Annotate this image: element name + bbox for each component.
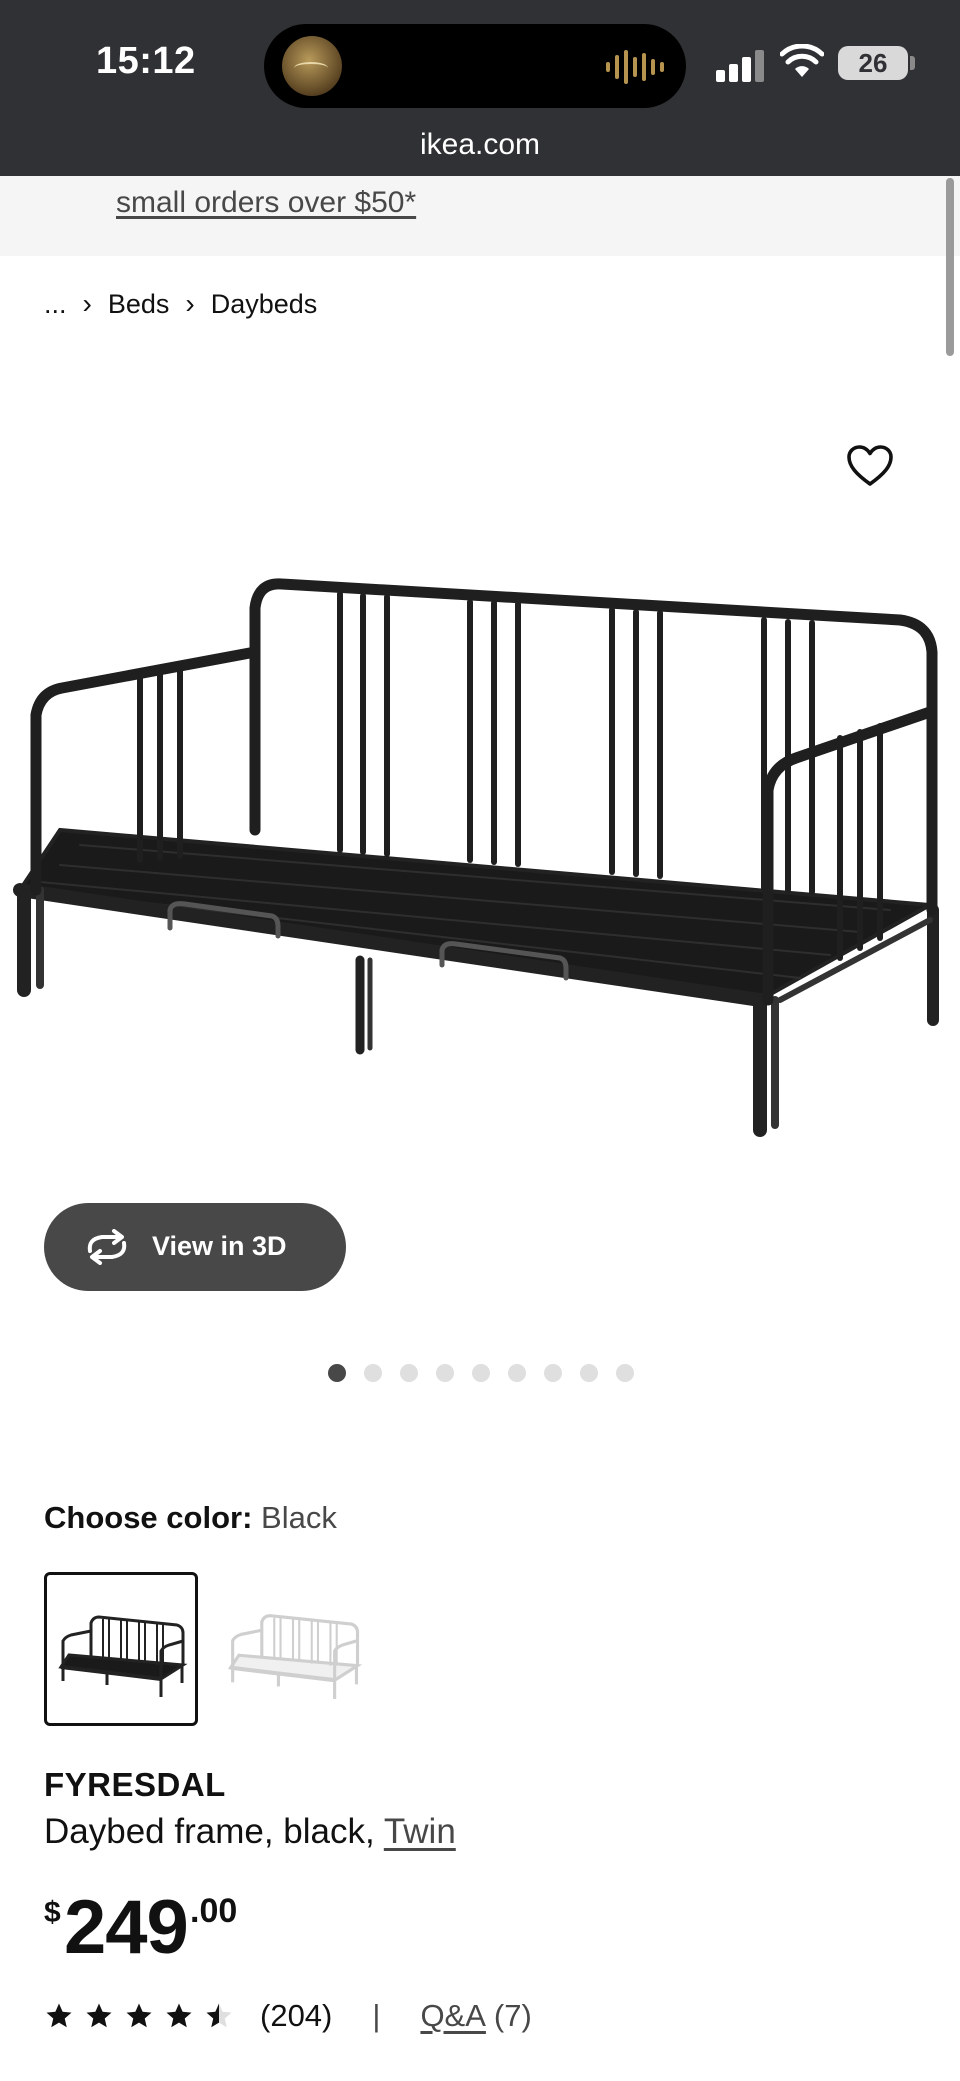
carousel-dot[interactable]: [544, 1364, 562, 1382]
wifi-icon: [780, 44, 824, 77]
status-bar: 15:12 26: [0, 0, 960, 120]
carousel-dot[interactable]: [472, 1364, 490, 1382]
audio-waveform-icon: [606, 50, 664, 84]
price-decimal: .00: [190, 1892, 238, 1930]
star-half-icon: [206, 2003, 232, 2028]
product-description: Daybed frame, black, Twin: [44, 1812, 456, 1852]
now-playing-art: [282, 36, 342, 96]
price-currency: $: [44, 1896, 61, 1929]
dynamic-island[interactable]: [264, 24, 686, 108]
breadcrumb-item-daybeds[interactable]: Daybeds: [211, 289, 318, 320]
carousel-dot[interactable]: [508, 1364, 526, 1382]
carousel-dot[interactable]: [400, 1364, 418, 1382]
white-daybed-thumbnail: [227, 1614, 363, 1699]
rotate-3d-icon: [87, 1229, 127, 1265]
promo-banner[interactable]: small orders over $50*: [0, 176, 960, 256]
battery-nub: [910, 56, 915, 70]
size-link[interactable]: Twin: [384, 1812, 456, 1851]
black-daybed-thumbnail: [58, 1615, 188, 1697]
carousel-dot[interactable]: [364, 1364, 382, 1382]
carousel-dot[interactable]: [436, 1364, 454, 1382]
price-integer: 249: [64, 1885, 189, 1970]
promo-link[interactable]: small orders over $50*: [116, 186, 416, 220]
star-icon: [46, 2003, 72, 2028]
product-name: FYRESDAL: [44, 1766, 226, 1803]
qa-link[interactable]: Q&A: [420, 1998, 485, 2034]
rating-separator: |: [372, 1998, 381, 2033]
chevron-right-icon: ›: [185, 288, 195, 319]
breadcrumb: ... › Beds › Daybeds: [44, 284, 317, 324]
carousel-dot[interactable]: [580, 1364, 598, 1382]
carousel-dot[interactable]: [616, 1364, 634, 1382]
choose-color-label: Choose color:: [44, 1500, 253, 1535]
product-image[interactable]: [0, 560, 960, 1150]
breadcrumb-ellipsis[interactable]: ...: [44, 289, 67, 320]
status-time: 15:12: [96, 40, 196, 82]
color-swatch-white[interactable]: [216, 1572, 370, 1726]
heart-icon[interactable]: [846, 444, 894, 488]
product-description-text: Daybed frame, black,: [44, 1812, 384, 1851]
chevron-right-icon: ›: [82, 288, 92, 319]
rating-row: (204) | Q&A (7): [44, 1996, 532, 2036]
breadcrumb-item-beds[interactable]: Beds: [108, 289, 170, 320]
image-carousel-dots: [328, 1364, 634, 1382]
rating-stars[interactable]: [44, 2001, 234, 2031]
signal-icon: [716, 50, 766, 82]
view-in-3d-button[interactable]: View in 3D: [44, 1203, 346, 1291]
color-selector-label: Choose color: Black: [44, 1500, 337, 1536]
color-swatch-black[interactable]: [44, 1572, 198, 1726]
view-in-3d-label: View in 3D: [152, 1231, 287, 1261]
review-count[interactable]: (204): [260, 1998, 332, 2034]
page-scrollbar[interactable]: [946, 178, 954, 356]
star-icon: [166, 2003, 192, 2028]
selected-color-value: Black: [261, 1500, 337, 1535]
url-text[interactable]: ikea.com: [0, 128, 960, 162]
qa-count: (7): [493, 1998, 532, 2033]
star-icon: [126, 2003, 152, 2028]
star-icon: [86, 2003, 112, 2028]
carousel-dot[interactable]: [328, 1364, 346, 1382]
battery-icon: 26: [838, 46, 908, 80]
